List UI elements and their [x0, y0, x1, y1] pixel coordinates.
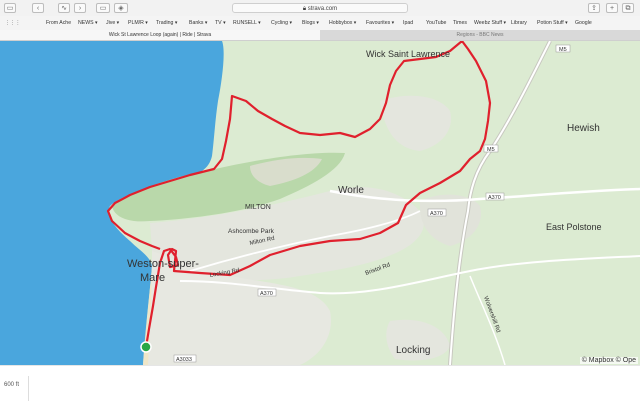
tab-bbc-news[interactable]: Regions - BBC News: [320, 30, 640, 40]
bookmark-item[interactable]: YouTube: [426, 18, 446, 28]
road-shield-label: A370: [488, 195, 501, 201]
chart-icon[interactable]: ∿: [58, 3, 70, 13]
place-label-weston: Weston-super-: [127, 258, 199, 270]
url-text: strava.com: [307, 6, 338, 12]
back-icon[interactable]: ‹: [32, 3, 44, 13]
bookmark-item[interactable]: Google: [575, 18, 592, 28]
bookmark-item[interactable]: Potion Stuff ▾: [537, 18, 568, 28]
road-shield-label: M5: [487, 147, 495, 153]
bookmark-item[interactable]: Cycling ▾: [271, 18, 292, 28]
bookmark-item[interactable]: Ipad: [403, 18, 413, 28]
tab-strava[interactable]: Wick St Lawrence Loop (again) | Ride | S…: [0, 30, 320, 40]
place-label-worle: Worle: [338, 185, 364, 196]
road-shield-label: M5: [559, 47, 567, 53]
bookmark-item[interactable]: Favourites ▾: [366, 18, 394, 28]
bookmark-item[interactable]: Banks ▾: [189, 18, 207, 28]
route-map[interactable]: Wick Saint Lawrence Hewish Worle MILTON …: [0, 41, 640, 365]
bookmark-item[interactable]: From Ache: [46, 18, 71, 28]
extension-icon[interactable]: ▭: [96, 3, 110, 13]
lock-icon: 🔒︎: [302, 6, 307, 12]
tabs-overview-icon[interactable]: ⧉: [622, 3, 634, 13]
forward-icon[interactable]: ›: [74, 3, 86, 13]
bookmark-item[interactable]: Times: [453, 18, 467, 28]
bookmark-item[interactable]: Library: [511, 18, 527, 28]
bookmark-item[interactable]: Trading ▾: [156, 18, 177, 28]
bookmark-item[interactable]: Hobbybox ▾: [329, 18, 356, 28]
road-shield-label: A3033: [176, 357, 192, 363]
road-shield-label: A370: [430, 211, 443, 217]
bookmark-item[interactable]: TV ▾: [215, 18, 226, 28]
start-marker-icon[interactable]: [140, 341, 152, 353]
bookmarks-bar: ⋮⋮⋮ From Ache NEWS ▾ Jive ▾ PLM/R ▾ Trad…: [0, 16, 640, 31]
place-label-hewish: Hewish: [567, 123, 600, 134]
elevation-axis: [28, 376, 29, 401]
elevation-axis-label: 600 ft: [4, 382, 20, 388]
elevation-profile[interactable]: 600 ft: [0, 365, 640, 401]
browser-toolbar: ▭ ‹ ∿ › ▭ ◈ 🔒︎ strava.com ⇪ + ⧉: [0, 0, 640, 17]
sidebar-icon[interactable]: ▭: [4, 3, 16, 13]
shield-icon[interactable]: ◈: [114, 3, 128, 13]
place-label-weston-mare: Mare: [140, 272, 165, 284]
place-label-ashcombe: Ashcombe Park: [228, 228, 275, 235]
place-label-locking: Locking: [396, 345, 430, 356]
bookmark-item[interactable]: NEWS ▾: [78, 18, 98, 28]
place-label-wick: Wick Saint Lawrence: [366, 49, 450, 59]
bookmark-item[interactable]: Weebz Stuff ▾: [474, 18, 506, 28]
tab-label: Wick St Lawrence Loop (again) | Ride | S…: [108, 32, 212, 38]
map-attribution[interactable]: © Mapbox © Ope: [579, 357, 638, 364]
share-icon[interactable]: ⇪: [588, 3, 600, 13]
apps-grid-icon[interactable]: ⋮⋮⋮: [5, 18, 21, 28]
tab-label: Regions - BBC News: [456, 32, 504, 38]
bookmark-item[interactable]: PLM/R ▾: [128, 18, 148, 28]
address-bar[interactable]: 🔒︎ strava.com: [232, 3, 408, 13]
bookmark-item[interactable]: Jive ▾: [106, 18, 119, 28]
bookmark-item[interactable]: Blogs ▾: [302, 18, 319, 28]
map-canvas[interactable]: Wick Saint Lawrence Hewish Worle MILTON …: [0, 41, 640, 365]
tab-bar: Wick St Lawrence Loop (again) | Ride | S…: [0, 30, 640, 41]
road-shield-label: A370: [260, 291, 273, 297]
bookmark-item[interactable]: RUNSELL ▾: [233, 18, 261, 28]
place-label-east-polstone: East Polstone: [546, 222, 602, 232]
place-label-milton: MILTON: [245, 204, 271, 211]
new-tab-icon[interactable]: +: [606, 3, 618, 13]
